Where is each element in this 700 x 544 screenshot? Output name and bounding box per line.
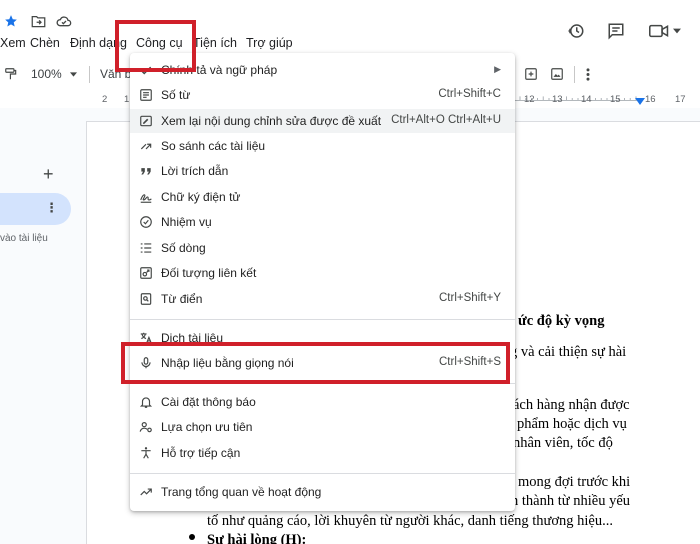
doc-text-line: phẩm hoặc dịch vụ (517, 416, 627, 432)
compare-icon (140, 143, 152, 150)
menu-item-activity-dashboard[interactable]: Trang tổng quan về hoạt động (130, 480, 515, 504)
ruler-label: 12 (524, 94, 535, 105)
tools-menu: Chính tả và ngữ pháp ▶ Số từ Ctrl+Shift+… (130, 53, 515, 511)
chevron-down-icon[interactable] (673, 28, 681, 34)
toolbar-divider (89, 66, 90, 83)
signature-icon (140, 194, 152, 203)
add-tab-icon[interactable]: + (43, 164, 54, 185)
paint-format-icon[interactable] (4, 67, 18, 81)
menu-item-preferences[interactable]: Lựa chọn ưu tiên (130, 415, 515, 439)
zoom-select[interactable]: 100% (31, 67, 62, 81)
ruler-label: 2 (102, 94, 108, 105)
task-icon (140, 216, 152, 228)
indent-marker-icon[interactable] (635, 98, 645, 105)
quote-icon (141, 168, 151, 175)
highlight-tools-menu (115, 20, 196, 72)
menu-item-word-count[interactable]: Số từ Ctrl+Shift+C (130, 83, 515, 107)
highlight-voice-typing (121, 342, 510, 384)
ruler-label: 13 (552, 94, 563, 105)
menu-item-tasks[interactable]: Nhiệm vụ (130, 210, 515, 234)
toolbar-divider-2 (574, 66, 575, 83)
bullet-point (189, 534, 195, 540)
review-edits-icon (140, 115, 152, 127)
tab-options-icon[interactable]: ⋮ (45, 200, 58, 216)
cloud-status-icon[interactable] (56, 14, 72, 28)
menu-item-review-edits[interactable]: Xem lại nội dung chỉnh sửa được đề xuất … (130, 109, 515, 133)
menu-separator (130, 319, 515, 320)
menu-help[interactable]: Trợ giúp (246, 36, 293, 50)
linked-objects-icon (140, 267, 152, 279)
doc-text-line: tố như quảng cáo, lời khuyên từ người kh… (207, 513, 613, 529)
menu-item-linked-objects[interactable]: Đối tượng liên kết (130, 261, 515, 285)
menu-item-compare-documents[interactable]: So sánh các tài liệu (130, 134, 515, 158)
video-call-icon[interactable] (649, 24, 669, 38)
doc-text-line: nhân viên, tốc độ (513, 435, 613, 451)
accessibility-icon (141, 447, 151, 459)
ruler-label: 1 (124, 94, 130, 105)
move-folder-icon[interactable] (31, 14, 46, 28)
ruler-label: 14 (581, 94, 592, 105)
menu-item-esignature[interactable]: Chữ ký điện tử (130, 185, 515, 209)
menu-item-accessibility[interactable]: Hỗ trợ tiếp cận (130, 441, 515, 465)
line-numbers-icon (140, 243, 152, 253)
doc-text-line: Sự hài lòng (H): (207, 532, 307, 544)
menu-item-dictionary[interactable]: Từ điển Ctrl+Shift+Y (130, 287, 515, 311)
ruler-label: 17 (675, 94, 686, 105)
menu-item-citations[interactable]: Lời trích dẫn (130, 159, 515, 183)
menu-item-line-numbers[interactable]: Số dòng (130, 236, 515, 260)
star-icon[interactable] (4, 14, 18, 28)
history-icon[interactable] (567, 22, 585, 40)
doc-text-line: n thành từ nhiều yếu (511, 493, 631, 509)
bell-icon (139, 397, 153, 408)
menu-view[interactable]: Xem (0, 36, 26, 50)
doc-text-line: g và cải thiện sự hài (510, 344, 627, 360)
sidebar-hint: vào tài liệu (0, 233, 48, 244)
insert-image-icon[interactable] (550, 67, 564, 81)
zoom-chevron-icon (70, 72, 77, 77)
menu-item-notification-settings[interactable]: Cài đặt thông báo (130, 390, 515, 414)
ruler-label: 15 (610, 94, 621, 105)
activity-icon (140, 488, 152, 496)
comment-icon[interactable] (607, 22, 625, 40)
more-options-icon[interactable] (586, 68, 590, 81)
submenu-arrow-icon: ▶ (494, 64, 501, 74)
sidebar-tab-active[interactable] (0, 193, 71, 225)
menu-insert[interactable]: Chèn (30, 36, 60, 50)
word-count-icon (140, 89, 152, 101)
insert-comment-icon[interactable] (524, 67, 538, 81)
doc-text-line: ức độ kỳ vọng (518, 313, 605, 329)
doc-text-line: ách hàng nhận được (513, 397, 630, 413)
menu-separator (130, 473, 515, 474)
doc-text-line: mong đợi trước khi (518, 474, 631, 490)
preferences-icon (139, 422, 152, 433)
ruler-label: 16 (645, 94, 656, 105)
dictionary-icon (140, 293, 152, 305)
menu-extensions[interactable]: Tiện ích (193, 36, 237, 50)
